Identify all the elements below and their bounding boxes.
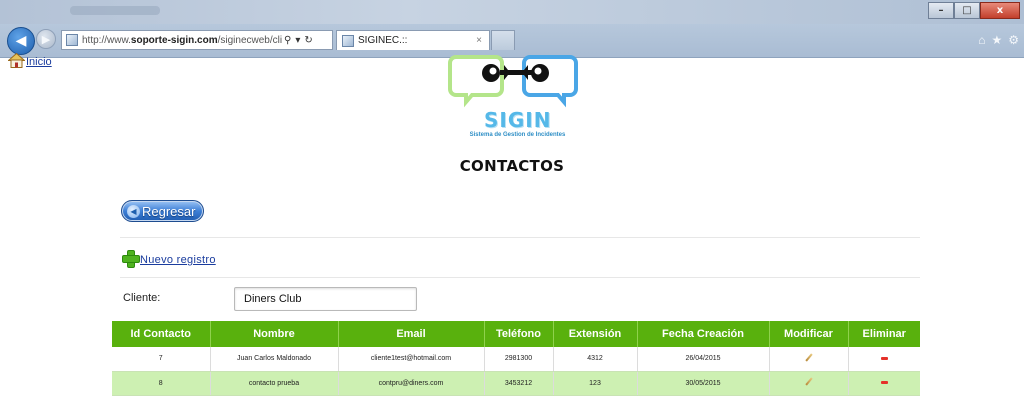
column-header-modificar: Modificar — [769, 321, 849, 347]
table-header-row: Id Contacto Nombre Email Teléfono Extens… — [112, 321, 920, 347]
window-titlebar: – □ x — [0, 0, 1024, 24]
column-header-fecha[interactable]: Fecha Creación — [637, 321, 770, 347]
plus-icon — [122, 250, 140, 268]
window-title — [70, 6, 160, 15]
house-icon — [8, 53, 25, 68]
search-icon[interactable]: ⚲ — [284, 35, 291, 46]
cell-extension: 123 — [553, 371, 638, 396]
browser-back-button[interactable]: ◀ — [7, 27, 35, 55]
pencil-icon[interactable] — [805, 354, 813, 362]
gear-icon[interactable]: ⚙ — [1008, 33, 1019, 47]
arrow-right-icon: ▶ — [41, 32, 51, 46]
window-controls: – □ x — [928, 2, 1020, 19]
column-header-extension[interactable]: Extensión — [553, 321, 638, 347]
divider — [120, 237, 920, 238]
new-tab-button[interactable] — [491, 30, 515, 50]
cell-extension: 4312 — [553, 347, 638, 372]
cell-nombre: Juan Carlos Maldonado — [210, 347, 339, 372]
new-record-link[interactable]: Nuevo registro — [122, 250, 216, 268]
arrow-left-icon: ◀ — [15, 33, 27, 49]
home-link[interactable]: Inicio — [8, 53, 52, 68]
page-title: CONTACTOS — [459, 157, 565, 175]
back-button[interactable]: ◀ Regresar — [121, 200, 204, 222]
logo-wordmark: SIGIN — [484, 108, 552, 132]
cell-telefono: 3453212 — [484, 371, 554, 396]
address-bar-actions: ⚲ ▾ ↻ — [284, 35, 313, 46]
url-path: /siginecweb/cliente/ed — [217, 34, 282, 46]
refresh-icon[interactable]: ↻ — [304, 35, 312, 46]
column-header-telefono[interactable]: Teléfono — [484, 321, 554, 347]
tab-title: SIGINEC.:: — [358, 35, 408, 46]
url-text[interactable]: http://www.soporte-sigin.com/siginecweb/… — [82, 35, 282, 46]
cell-fecha: 26/04/2015 — [637, 347, 770, 372]
table-row: 7 Juan Carlos Maldonado cliente1test@hot… — [112, 347, 920, 372]
cell-modificar — [769, 347, 849, 372]
cell-fecha: 30/05/2015 — [637, 371, 770, 396]
table-row: 8 contacto prueba contpru@diners.com 345… — [112, 371, 920, 396]
cell-nombre: contacto prueba — [210, 371, 339, 396]
browser-toolbar-icons: ⌂ ★ ⚙ — [978, 33, 1019, 47]
cell-id: 7 — [112, 347, 211, 372]
maximize-button[interactable]: □ — [954, 2, 980, 19]
cell-id: 8 — [112, 371, 211, 396]
column-header-nombre[interactable]: Nombre — [210, 321, 339, 347]
site-favicon-icon — [66, 34, 78, 46]
client-field[interactable] — [234, 287, 417, 311]
cell-email: contpru@diners.com — [338, 371, 485, 396]
client-label: Cliente: — [123, 292, 161, 304]
divider — [120, 277, 920, 278]
url-prefix: http://www. — [82, 34, 131, 46]
browser-tab-active[interactable]: SIGINEC.:: × — [336, 30, 490, 50]
back-button-label: Regresar — [142, 203, 196, 219]
tab-favicon-icon — [342, 34, 354, 47]
logo-subtitle: Sistema de Gestion de Incidentes — [469, 132, 566, 138]
new-record-label[interactable]: Nuevo registro — [140, 254, 216, 266]
browser-forward-button[interactable]: ▶ — [36, 29, 56, 49]
cell-eliminar — [848, 371, 920, 396]
url-domain: soporte-sigin.com — [130, 34, 218, 46]
cell-email: cliente1test@hotmail.com — [338, 347, 485, 372]
column-header-email[interactable]: Email — [338, 321, 485, 347]
home-icon[interactable]: ⌂ — [978, 33, 985, 47]
address-bar[interactable]: http://www.soporte-sigin.com/siginecweb/… — [61, 30, 333, 50]
cell-eliminar — [848, 347, 920, 372]
cell-modificar — [769, 371, 849, 396]
favorites-star-icon[interactable]: ★ — [991, 33, 1002, 47]
arrow-left-icon: ◀ — [127, 204, 140, 218]
home-link-label[interactable]: Inicio — [26, 56, 52, 68]
column-header-eliminar: Eliminar — [848, 321, 920, 347]
browser-chrome: – □ x ◀ ▶ http://www.soporte-sigin.com/s… — [0, 0, 1024, 58]
tab-close-icon[interactable]: × — [476, 35, 482, 46]
close-window-button[interactable]: x — [980, 2, 1020, 19]
delete-icon[interactable] — [880, 356, 888, 360]
cell-telefono: 2981300 — [484, 347, 554, 372]
column-header-id[interactable]: Id Contacto — [112, 321, 211, 347]
pencil-icon[interactable] — [805, 378, 813, 386]
contacts-table: Id Contacto Nombre Email Teléfono Extens… — [112, 321, 920, 396]
chevron-down-icon[interactable]: ▾ — [295, 35, 300, 46]
minimize-button[interactable]: – — [928, 2, 954, 19]
delete-icon[interactable] — [880, 381, 888, 385]
